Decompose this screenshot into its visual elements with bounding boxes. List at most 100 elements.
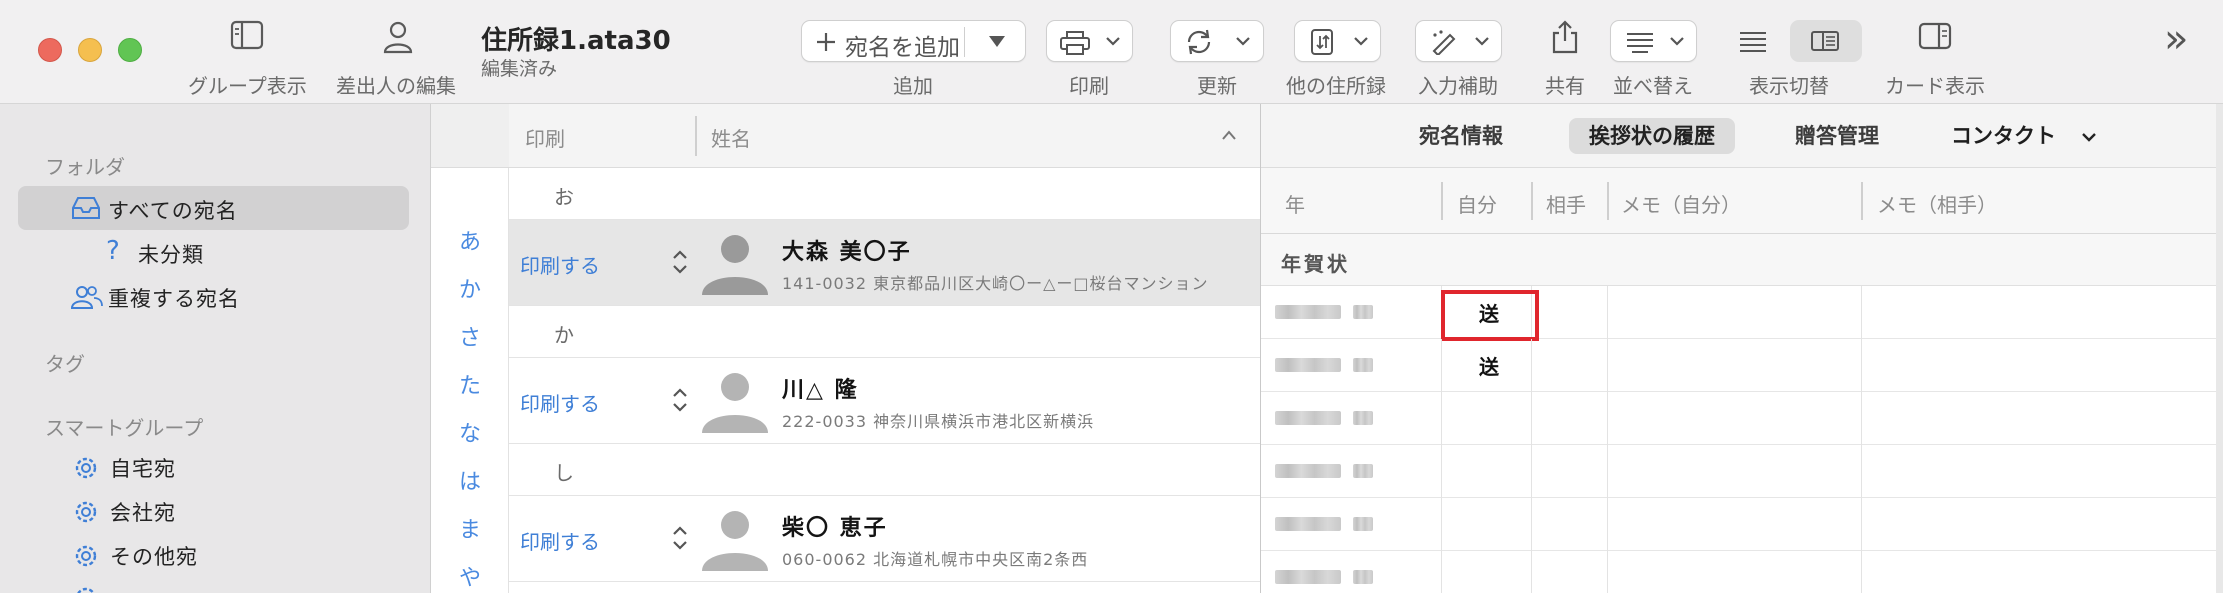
print-button[interactable] (1046, 20, 1133, 62)
contact-menu[interactable]: コンタクト (1951, 118, 2096, 154)
sidebar-item-label: すべての宛名 (108, 199, 238, 223)
column-divider[interactable] (1861, 182, 1863, 220)
sent-mark[interactable]: 送 (1479, 351, 1499, 380)
card-view-button[interactable]: カード表示 (1885, 0, 1995, 104)
contact-name: 柴〇 恵子 (782, 515, 888, 541)
column-divider[interactable] (695, 116, 697, 156)
list-item[interactable]: 印刷する 川△ 隆 222-0033 神奈川県横浜市港北区新横浜 (509, 358, 1260, 444)
cell-divider (1861, 498, 1862, 551)
add-recipient-button[interactable]: 宛名を追加 (845, 28, 960, 62)
other-address-book-button[interactable] (1294, 20, 1381, 62)
share-button[interactable]: 共有 (1540, 0, 1590, 104)
sort-ascending-chevron-icon[interactable] (1221, 129, 1237, 141)
table-row[interactable] (1261, 551, 2223, 593)
sidebar-item-duplicates[interactable]: 重複する宛名 (0, 274, 431, 318)
list-view-icon[interactable] (1738, 30, 1768, 52)
group-view-button[interactable]: グループ表示 (180, 0, 316, 104)
chevron-down-icon (1236, 37, 1250, 46)
minimize-window-button[interactable] (78, 38, 102, 62)
redacted-year (1275, 517, 1341, 531)
zoom-window-button[interactable] (118, 38, 142, 62)
index-char-ha[interactable]: は (431, 464, 509, 496)
cell-divider (1531, 445, 1532, 498)
sort-lines-icon (1627, 33, 1653, 53)
redacted-year (1353, 464, 1373, 478)
redacted-year (1353, 411, 1373, 425)
triangle-down-icon[interactable] (988, 35, 1006, 49)
index-char-ma[interactable]: ま (431, 512, 509, 544)
column-header-memo-self[interactable]: メモ（自分） (1621, 189, 1741, 218)
share-label: 共有 (1545, 74, 1585, 98)
redacted-year (1353, 517, 1373, 531)
print-toggle[interactable]: 印刷する (520, 250, 600, 279)
cell-divider (1607, 339, 1608, 392)
index-char-na[interactable]: な (431, 416, 509, 448)
people-icon (70, 286, 103, 309)
tab-recipient-info[interactable]: 宛名情報 (1399, 118, 1523, 154)
table-row[interactable] (1261, 498, 2223, 551)
pen-icon (1432, 30, 1456, 55)
toolbar-overflow-button[interactable]: » (2164, 16, 2188, 62)
chevron-down-icon (1106, 37, 1120, 46)
tab-gift-management[interactable]: 贈答管理 (1775, 118, 1899, 154)
index-char-ka[interactable]: か (431, 272, 509, 304)
update-button[interactable] (1170, 20, 1264, 62)
column-header-self[interactable]: 自分 (1457, 189, 1497, 218)
column-header-other[interactable]: 相手 (1546, 189, 1586, 218)
sort-button[interactable] (1610, 20, 1697, 62)
input-assist-label: 入力補助 (1418, 74, 1498, 98)
table-row[interactable] (1261, 392, 2223, 445)
chevron-down-icon (2082, 133, 2096, 142)
contact-name: 川△ 隆 (782, 377, 859, 403)
view-switch-label: 表示切替 (1749, 74, 1829, 98)
sidebar-item-other[interactable]: その他宛 (0, 532, 431, 576)
tag-section-header: タグ (45, 352, 85, 376)
sidebar-item-company[interactable]: 会社宛 (0, 488, 431, 532)
redacted-year (1275, 358, 1341, 372)
column-header-name[interactable]: 姓名 (711, 123, 751, 152)
cell-divider (1531, 339, 1532, 392)
list-item[interactable]: 印刷する 大森 美〇子 141-0032 東京都品川区大崎〇ー△ー□桜台マンショ… (509, 220, 1260, 306)
redacted-year (1275, 305, 1341, 319)
group-view-label: グループ表示 (188, 74, 307, 98)
updown-chevron-icon[interactable] (671, 524, 689, 552)
sidebar-item-uncategorized[interactable]: ? 未分類 (0, 230, 431, 274)
contact-name: 大森 美〇子 (782, 239, 912, 265)
index-char-ya[interactable]: や (431, 560, 509, 592)
history-section-header: 年賀状 (1261, 234, 2223, 286)
column-header-year[interactable]: 年 (1285, 189, 1305, 218)
sidebar-item-label: その他宛 (110, 545, 198, 569)
column-header-print[interactable]: 印刷 (525, 123, 565, 152)
column-header-memo-other[interactable]: メモ（相手） (1877, 189, 1997, 218)
index-header-spacer (431, 104, 509, 168)
list-header: 印刷 姓名 (509, 104, 1260, 168)
table-row[interactable] (1261, 445, 2223, 498)
window-scrollbar[interactable] (2216, 104, 2223, 593)
cell-divider (1441, 445, 1442, 498)
tab-greeting-history[interactable]: 挨拶状の履歴 (1569, 118, 1735, 154)
index-char-ta[interactable]: た (431, 368, 509, 400)
close-window-button[interactable] (38, 38, 62, 62)
cell-divider (1607, 445, 1608, 498)
sidebar-item-home[interactable]: 自宅宛 (0, 444, 431, 488)
index-char-a[interactable]: あ (431, 224, 509, 256)
column-divider[interactable] (1441, 182, 1443, 220)
cell-divider (1441, 498, 1442, 551)
print-toggle[interactable]: 印刷する (520, 526, 600, 555)
input-assist-button[interactable] (1415, 20, 1502, 62)
recipient-list: 印刷 姓名 お 印刷する 大森 美〇子 141-0032 東京都品川区大崎〇ー△… (509, 104, 1260, 593)
avatar (702, 373, 768, 433)
list-item[interactable]: 印刷する 柴〇 恵子 060-0062 北海道札幌市中央区南2条西 (509, 496, 1260, 582)
highlight-box (1441, 290, 1539, 341)
updown-chevron-icon[interactable] (671, 386, 689, 414)
table-row[interactable]: 送 (1261, 339, 2223, 392)
index-char-sa[interactable]: さ (431, 320, 509, 352)
sidebar-item-all-recipients[interactable]: すべての宛名 (18, 186, 409, 230)
updown-chevron-icon[interactable] (671, 248, 689, 276)
print-toggle[interactable]: 印刷する (520, 388, 600, 417)
column-divider[interactable] (1531, 182, 1533, 220)
table-row[interactable]: 送 (1261, 286, 2223, 341)
redacted-year (1353, 358, 1373, 372)
sender-edit-button[interactable]: 差出人の編集 (334, 0, 464, 104)
column-divider[interactable] (1607, 182, 1609, 220)
